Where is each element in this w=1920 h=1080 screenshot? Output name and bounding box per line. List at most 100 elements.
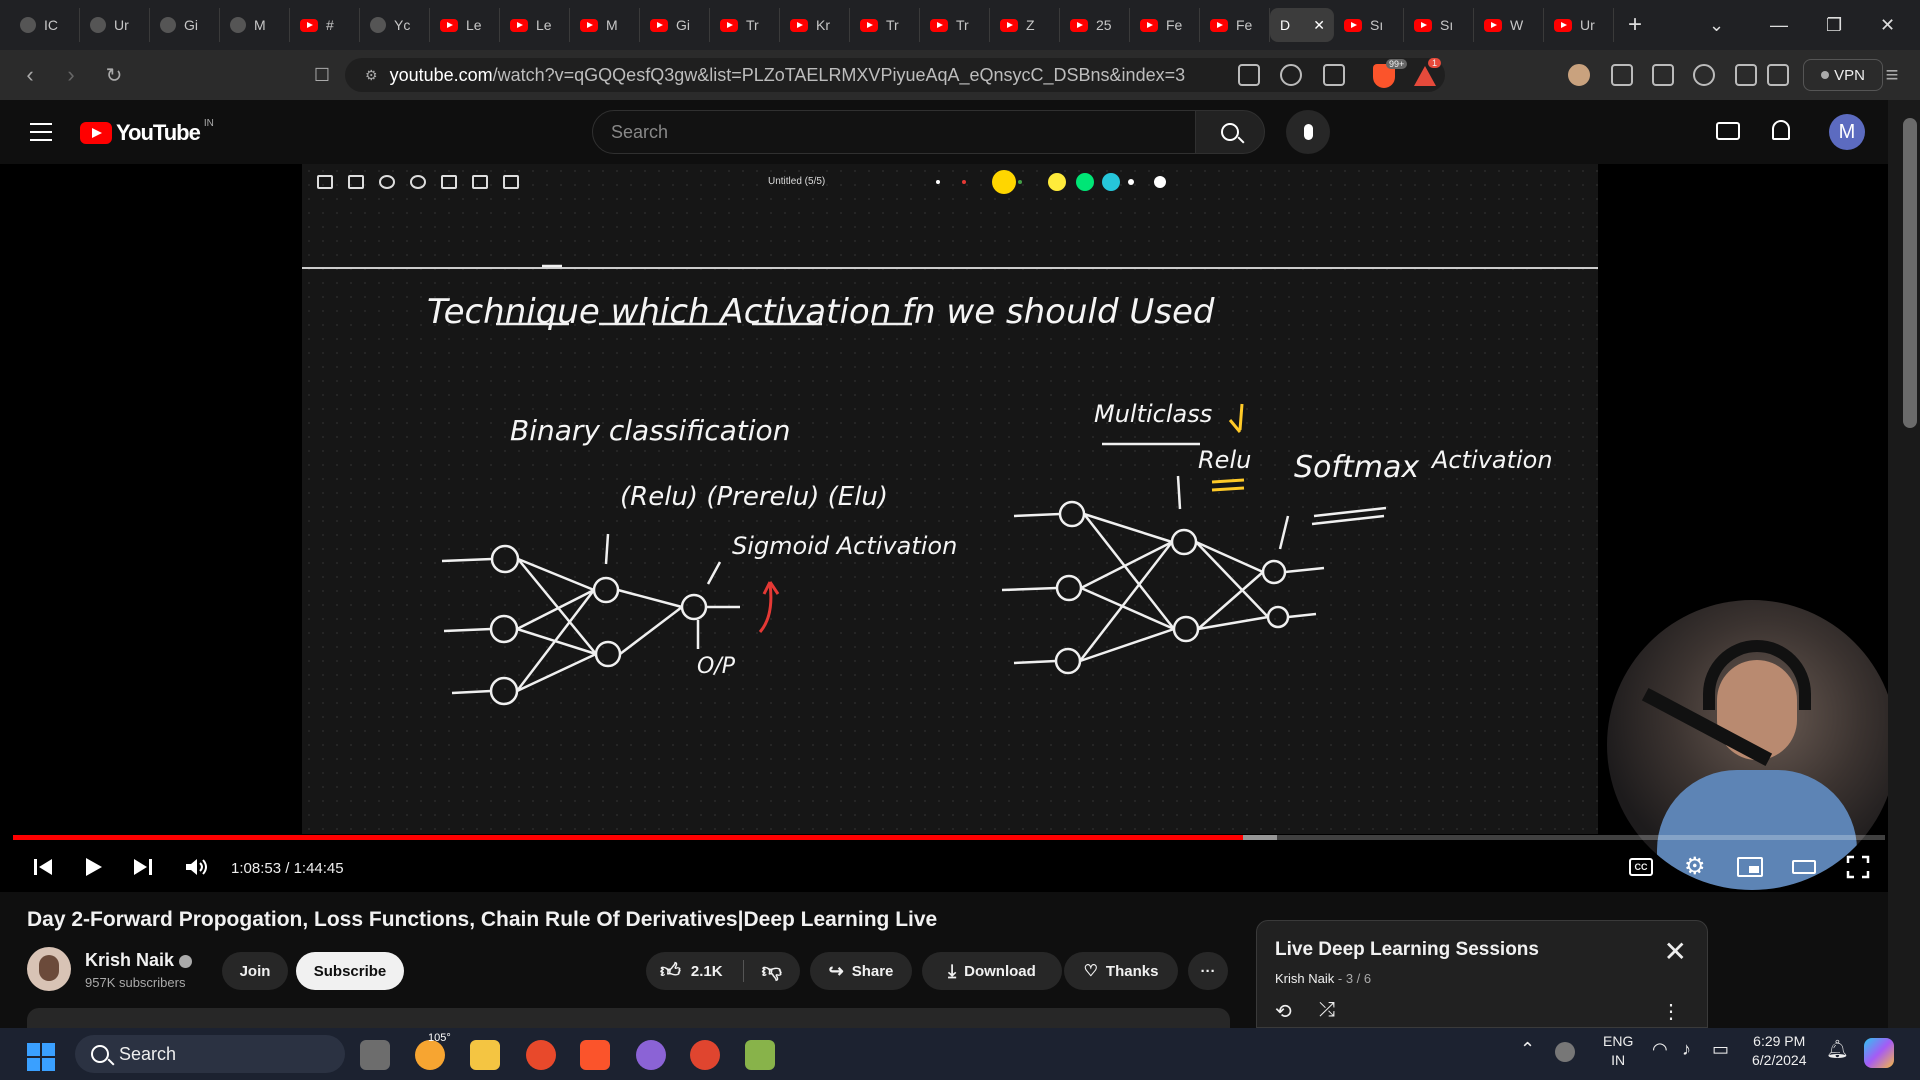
back-button[interactable]: ‹ xyxy=(10,62,50,88)
playlist-title[interactable]: Live Deep Learning Sessions xyxy=(1275,939,1539,961)
video-player[interactable]: Untitled (5/5) Technique which Activatio… xyxy=(0,164,1897,892)
progress-bar[interactable] xyxy=(13,835,1885,840)
thanks-button[interactable]: ♡ Thanks xyxy=(1064,952,1178,990)
browser-tab[interactable]: Gi xyxy=(640,8,710,42)
media-icon[interactable] xyxy=(1693,64,1715,86)
vpn-button[interactable]: VPN xyxy=(1803,59,1883,91)
site-info-icon[interactable]: ⚙ xyxy=(365,67,378,84)
account-avatar[interactable]: M xyxy=(1829,114,1865,150)
app-icon[interactable] xyxy=(745,1040,775,1070)
loop-icon[interactable]: ⟲ xyxy=(1275,999,1292,1024)
download-button[interactable]: ⤓ Download xyxy=(922,952,1062,990)
browser-tab[interactable]: Tr xyxy=(920,8,990,42)
captions-button[interactable]: CC xyxy=(1629,854,1653,880)
close-playlist-icon[interactable]: ✕ xyxy=(1664,935,1687,968)
active-tab[interactable]: D ✕ xyxy=(1270,8,1334,42)
join-button[interactable]: Join xyxy=(222,952,288,990)
browser-tab[interactable]: Le xyxy=(430,8,500,42)
browser-tab[interactable]: Ur xyxy=(1544,8,1614,42)
browser-tab[interactable]: 25 xyxy=(1060,8,1130,42)
browser-tab[interactable]: Tr xyxy=(850,8,920,42)
browser-tab[interactable]: IC xyxy=(10,8,80,42)
fullscreen-button[interactable] xyxy=(1846,854,1870,880)
taskbar-search[interactable]: Search xyxy=(75,1035,345,1073)
new-tab-icon[interactable]: + xyxy=(1628,11,1642,39)
browser-tab[interactable]: Z xyxy=(990,8,1060,42)
youtube-logo[interactable]: YouTube IN xyxy=(80,118,214,146)
search-input[interactable]: Search xyxy=(592,110,1196,154)
theater-mode-button[interactable] xyxy=(1792,854,1816,880)
page-scrollbar[interactable] xyxy=(1888,100,1920,1028)
share-button[interactable]: ↪ Share xyxy=(810,952,912,990)
weather-icon[interactable] xyxy=(415,1040,445,1070)
next-button[interactable] xyxy=(132,854,154,880)
browser-tab[interactable]: Ur xyxy=(80,8,150,42)
voice-search-button[interactable] xyxy=(1286,110,1330,154)
brave-rewards-icon[interactable] xyxy=(1414,66,1436,86)
close-tab-icon[interactable]: ✕ xyxy=(1313,17,1325,34)
task-view-icon[interactable] xyxy=(360,1040,390,1070)
copilot-icon[interactable] xyxy=(1864,1038,1894,1068)
bookmark-icon[interactable]: ☐ xyxy=(302,65,342,86)
settings-button[interactable]: ⚙ xyxy=(1684,854,1706,880)
start-button[interactable] xyxy=(27,1043,55,1071)
browser-tab[interactable]: Le xyxy=(500,8,570,42)
channel-name[interactable]: Krish Naik xyxy=(85,950,193,971)
search-button[interactable] xyxy=(1195,110,1265,154)
mute-button[interactable] xyxy=(184,854,210,880)
share-page-icon[interactable] xyxy=(1323,64,1345,86)
extension-icon[interactable] xyxy=(1568,64,1590,86)
browser-tab[interactable]: Sı xyxy=(1334,8,1404,42)
cast-icon[interactable] xyxy=(1238,64,1260,86)
tab-search-icon[interactable]: ⌄ xyxy=(1709,0,1724,50)
tray-overflow-icon[interactable]: ⌃ xyxy=(1520,1040,1535,1059)
extensions-icon[interactable] xyxy=(1652,64,1674,86)
onedrive-icon[interactable] xyxy=(1555,1042,1575,1062)
like-button[interactable]: 👍︎ 2.1K xyxy=(660,959,723,983)
guide-menu-icon[interactable] xyxy=(30,123,52,141)
description-box[interactable] xyxy=(27,1008,1230,1028)
channel-avatar[interactable] xyxy=(27,947,71,991)
wallet-icon[interactable] xyxy=(1767,64,1789,86)
browser-tab[interactable]: Gi xyxy=(150,8,220,42)
file-explorer-icon[interactable] xyxy=(470,1040,500,1070)
browser-tab[interactable]: Kr xyxy=(780,8,850,42)
sidebar-icon[interactable] xyxy=(1735,64,1757,86)
subscribe-button[interactable]: Subscribe xyxy=(296,952,404,990)
battery-icon[interactable]: ▭ xyxy=(1712,1040,1729,1059)
shuffle-icon[interactable]: ⤮ xyxy=(1319,999,1335,1022)
forward-button[interactable]: › xyxy=(51,62,91,88)
browser-tab[interactable]: M xyxy=(570,8,640,42)
playlist-channel[interactable]: Krish Naik xyxy=(1275,971,1334,986)
browser-tab[interactable]: M xyxy=(220,8,290,42)
play-button[interactable] xyxy=(82,854,104,880)
previous-button[interactable] xyxy=(32,854,54,880)
minimize-button[interactable]: — xyxy=(1770,0,1788,50)
notification-bell-icon[interactable]: 🔔︎ xyxy=(1826,1040,1849,1059)
menu-icon[interactable]: ≡ xyxy=(1872,62,1912,88)
extension-icon[interactable] xyxy=(1611,64,1633,86)
wifi-icon[interactable]: ◠ xyxy=(1652,1040,1668,1059)
playlist-menu-icon[interactable]: ⋮ xyxy=(1661,999,1681,1024)
browser-tab[interactable]: Sı xyxy=(1404,8,1474,42)
restore-button[interactable]: ❐ xyxy=(1826,0,1842,50)
scrollbar-thumb[interactable] xyxy=(1903,118,1917,428)
browser-tab[interactable]: Yc xyxy=(360,8,430,42)
dislike-button[interactable]: 👎︎ xyxy=(762,959,782,983)
volume-tray-icon[interactable]: ♪ xyxy=(1682,1040,1691,1059)
browser-tab[interactable]: Fe xyxy=(1130,8,1200,42)
notifications-icon[interactable] xyxy=(1772,120,1790,140)
zoom-icon[interactable] xyxy=(1280,64,1302,86)
chrome-icon[interactable] xyxy=(690,1040,720,1070)
browser-tab[interactable]: W xyxy=(1474,8,1544,42)
app-icon[interactable] xyxy=(526,1040,556,1070)
browser-tab[interactable]: # xyxy=(290,8,360,42)
miniplayer-button[interactable] xyxy=(1737,854,1763,880)
reload-button[interactable]: ↻ xyxy=(94,63,134,88)
browser-tab[interactable]: Fe xyxy=(1200,8,1270,42)
browser-tab[interactable]: Tr xyxy=(710,8,780,42)
more-actions-button[interactable]: ··· xyxy=(1188,952,1228,990)
app-icon[interactable] xyxy=(636,1040,666,1070)
create-icon[interactable] xyxy=(1716,122,1740,140)
clock[interactable]: 6:29 PM 6/2/2024 xyxy=(1752,1032,1807,1070)
